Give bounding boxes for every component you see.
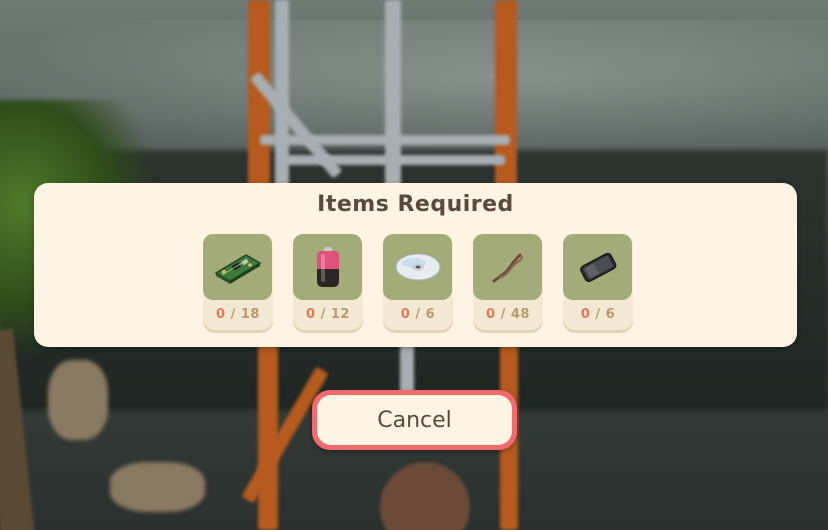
count-separator: / [495,307,511,322]
have-count: 0 [216,307,226,322]
rock [48,360,108,440]
cd-disc-icon [395,253,440,281]
cancel-button[interactable]: Cancel [312,390,517,450]
item-count: 0 / 6 [383,307,453,322]
item-count: 0 / 18 [203,307,273,322]
count-separator: / [225,307,241,322]
required-count: 48 [510,307,530,322]
item-count: 0 / 48 [473,307,543,322]
required-count: 18 [240,307,260,322]
required-count: 6 [605,307,616,322]
item-icon-frame [563,234,632,300]
required-count: 6 [425,307,436,322]
items-required-panel: Items Required 0 / 18 0 / 12 0 / 6 0 / 4… [34,183,797,347]
item-slot-cd-disc[interactable]: 0 / 6 [383,234,453,330]
item-icon-frame [383,234,452,300]
item-count: 0 / 6 [563,307,633,322]
cancel-label: Cancel [317,395,512,445]
item-icon-frame [203,234,272,300]
item-slot-wire[interactable]: 0 / 48 [473,234,543,330]
item-count: 0 / 12 [293,307,363,322]
item-slot-battery[interactable]: 0 / 12 [293,234,363,330]
have-count: 0 [486,307,496,322]
item-icon-frame [293,234,362,300]
tower-leg [495,0,517,200]
smartphone-icon [579,252,616,283]
rock [110,462,205,512]
have-count: 0 [306,307,316,322]
panel-title: Items Required [317,192,514,217]
count-separator: / [590,307,606,322]
have-count: 0 [580,307,591,322]
item-slots: 0 / 18 0 / 12 0 / 6 0 / 48 0 / 6 [203,234,633,330]
battery-icon [316,247,339,287]
wire-cable-icon [492,250,524,283]
required-count: 12 [330,307,350,322]
have-count: 0 [400,307,411,322]
circuit-board-icon [214,254,261,284]
count-separator: / [315,307,331,322]
item-icon-frame [473,234,542,300]
item-slot-circuit-board[interactable]: 0 / 18 [203,234,273,330]
item-slot-smartphone[interactable]: 0 / 6 [563,234,633,330]
count-separator: / [410,307,426,322]
